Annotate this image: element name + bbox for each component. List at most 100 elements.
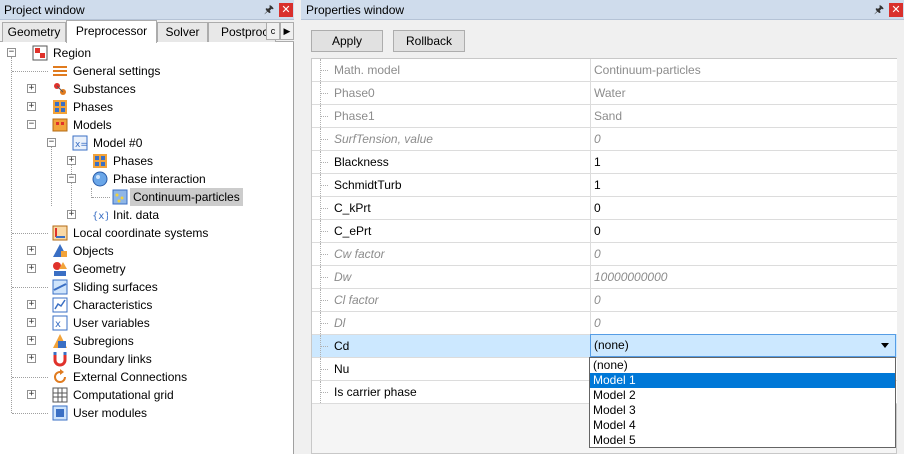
property-value: 0	[594, 316, 601, 330]
objects-icon	[52, 243, 68, 259]
grid-guide	[320, 254, 328, 255]
expand-icon[interactable]: +	[27, 264, 36, 273]
dropdown-option-model-4[interactable]: Model 4	[590, 418, 895, 433]
expand-icon[interactable]: +	[67, 156, 76, 165]
property-row-dl[interactable]: Dl 0	[312, 312, 897, 335]
tree-node-geometry[interactable]: + Geometry	[0, 260, 290, 278]
sphere-icon	[92, 171, 108, 187]
arrow-right-icon[interactable]: ▶	[280, 22, 294, 40]
tree-node-models[interactable]: − Models	[0, 116, 290, 134]
tree-node-boundary-links[interactable]: + Boundary links	[0, 350, 290, 368]
pin-icon[interactable]: 🖈	[262, 3, 276, 17]
close-icon[interactable]: ✕	[889, 3, 903, 17]
dropdown-option-none[interactable]: (none)	[590, 358, 895, 373]
property-row-cw-factor[interactable]: Cw factor 0	[312, 243, 897, 266]
column-separator	[590, 312, 591, 334]
collapse-icon[interactable]: −	[7, 48, 16, 57]
tree-node-substances[interactable]: + Substances	[0, 80, 290, 98]
property-name: C_kPrt	[334, 201, 371, 215]
phases-icon	[92, 153, 108, 169]
tree-node-init-data[interactable]: + {x} Init. data	[0, 206, 290, 224]
substances-icon	[52, 81, 68, 97]
tree-node-phase-interaction[interactable]: − Phase interaction	[0, 170, 290, 188]
tab-geometry[interactable]: Geometry	[2, 22, 66, 42]
expand-icon[interactable]: +	[27, 354, 36, 363]
property-value[interactable]: 0	[594, 220, 601, 242]
expand-icon[interactable]: +	[27, 390, 36, 399]
tree-label: Boundary links	[73, 352, 152, 366]
expand-icon[interactable]: +	[27, 84, 36, 93]
tree-node-objects[interactable]: + Objects	[0, 242, 290, 260]
dropdown-option-model-3[interactable]: Model 3	[590, 403, 895, 418]
tree-node-region[interactable]: − Region	[0, 44, 290, 62]
property-name: Phase1	[334, 109, 375, 123]
tree-guide	[12, 287, 48, 288]
collapse-icon[interactable]: −	[67, 174, 76, 183]
expand-icon[interactable]: +	[27, 102, 36, 111]
tree-node-subregions[interactable]: + Subregions	[0, 332, 290, 350]
property-value[interactable]: 0	[594, 197, 601, 219]
tree-node-continuum-particles[interactable]: Continuum-particles	[0, 188, 290, 206]
tree-node-external-connections[interactable]: External Connections	[0, 368, 290, 386]
property-row-cl-factor[interactable]: Cl factor 0	[312, 289, 897, 312]
property-value[interactable]: 1	[594, 174, 601, 196]
cd-combobox[interactable]: (none)	[590, 334, 896, 357]
geometry-icon	[52, 261, 68, 277]
property-row-schmidtturb[interactable]: SchmidtTurb 1	[312, 174, 897, 197]
tab-solver[interactable]: Solver	[157, 22, 208, 42]
property-value[interactable]: 1	[594, 151, 601, 173]
expand-icon[interactable]: +	[27, 300, 36, 309]
apply-button[interactable]: Apply	[311, 30, 383, 52]
tab-preprocessor[interactable]: Preprocessor	[66, 20, 157, 43]
expand-icon[interactable]: +	[27, 246, 36, 255]
tree-node-computational-grid[interactable]: + Computational grid	[0, 386, 290, 404]
pin-icon[interactable]: 🖈	[872, 3, 886, 17]
tree-label: Geometry	[73, 262, 126, 276]
property-row-blackness[interactable]: Blackness 1	[312, 151, 897, 174]
expand-icon[interactable]: +	[67, 210, 76, 219]
tree-node-sliding-surfaces[interactable]: Sliding surfaces	[0, 278, 290, 296]
tree-label: Models	[73, 118, 112, 132]
tree-label: User modules	[73, 406, 148, 420]
tree-node-user-modules[interactable]: User modules	[0, 404, 290, 422]
collapse-icon[interactable]: −	[27, 120, 36, 129]
tree-label: Init. data	[113, 208, 160, 222]
tree-node-phases[interactable]: + Phases	[0, 98, 290, 116]
dropdown-option-model-5[interactable]: Model 5	[590, 433, 895, 448]
property-value: Continuum-particles	[594, 63, 701, 77]
expand-icon[interactable]: +	[27, 318, 36, 327]
property-row-phase0[interactable]: Phase0 Water	[312, 82, 897, 105]
collapse-icon[interactable]: −	[47, 138, 56, 147]
close-icon[interactable]: ✕	[279, 3, 293, 17]
tree-node-local-coordinate-systems[interactable]: Local coordinate systems	[0, 224, 290, 242]
dropdown-option-model-2[interactable]: Model 2	[590, 388, 895, 403]
expand-icon[interactable]: +	[27, 336, 36, 345]
property-row-c-eprt[interactable]: C_ePrt 0	[312, 220, 897, 243]
svg-text:x: x	[55, 319, 61, 330]
tree-label: Model #0	[93, 136, 143, 150]
tree-node-model-phases[interactable]: + Phases	[0, 152, 290, 170]
grid-guide	[320, 300, 328, 301]
tree-node-user-variables[interactable]: + x User variables	[0, 314, 290, 332]
property-row-surftension[interactable]: SurfTension, value 0	[312, 128, 897, 151]
tree-node-characteristics[interactable]: + Characteristics	[0, 296, 290, 314]
tree-guide	[92, 197, 110, 198]
property-row-dw[interactable]: Dw 10000000000	[312, 266, 897, 289]
property-row-phase1[interactable]: Phase1 Sand	[312, 105, 897, 128]
property-name: Dl	[334, 316, 346, 330]
property-row-math-model[interactable]: Math. model Continuum-particles	[312, 59, 897, 82]
properties-window-titlebar: Properties window 🖈 ✕	[301, 0, 904, 20]
tree-node-general-settings[interactable]: General settings	[0, 62, 290, 80]
init-data-icon: {x}	[92, 207, 111, 223]
property-row-c-kprt[interactable]: C_kPrt 0	[312, 197, 897, 220]
tab-scroll-left-icon[interactable]: c	[266, 22, 280, 40]
column-separator	[590, 105, 591, 127]
dropdown-option-model-1[interactable]: Model 1	[590, 373, 895, 388]
property-row-cd[interactable]: Cd (none)	[312, 334, 897, 358]
project-tabbar: Geometry Preprocessor Solver Postproce c…	[0, 20, 294, 43]
rollback-button[interactable]: Rollback	[393, 30, 465, 52]
chevron-down-icon[interactable]	[881, 343, 889, 348]
project-window-title: Project window	[4, 3, 85, 17]
tree-label: Sliding surfaces	[73, 280, 158, 294]
tree-node-model-0[interactable]: − x= Model #0	[0, 134, 290, 152]
